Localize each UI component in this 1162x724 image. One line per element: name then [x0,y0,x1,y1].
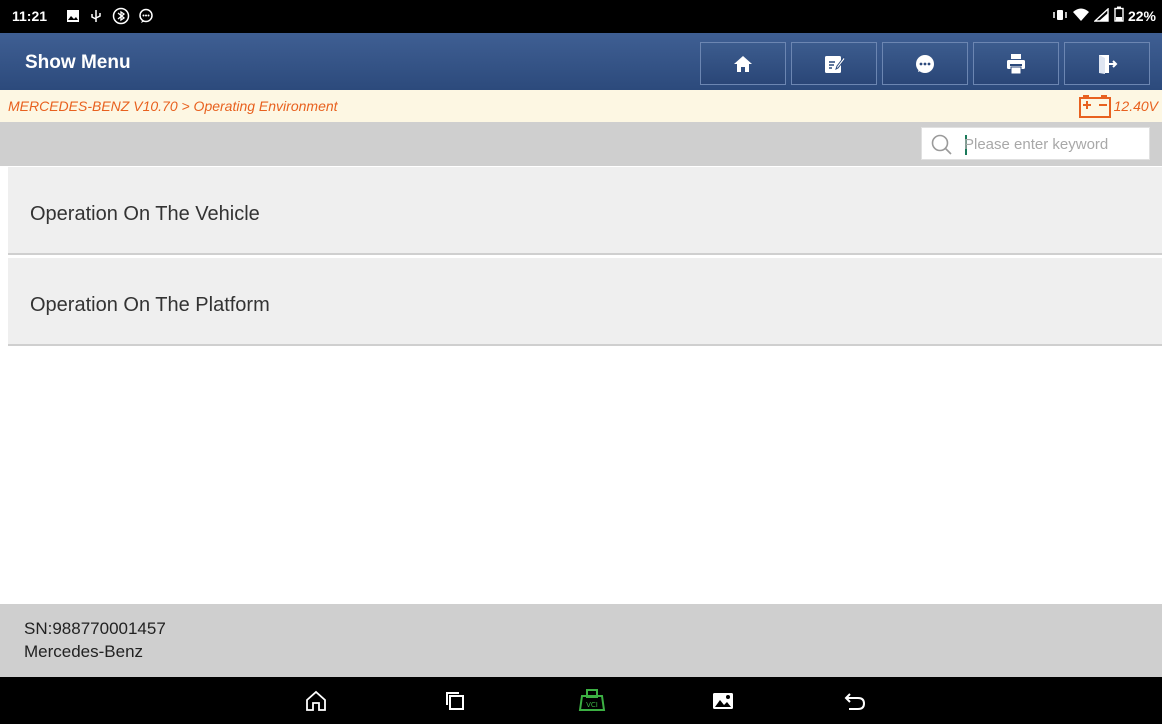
chat-icon [138,8,154,24]
menu-item-label: Operation On The Vehicle [30,203,260,225]
nav-back-button[interactable] [840,686,870,716]
wifi-icon [1072,7,1090,26]
screenshot-icon [713,693,733,709]
nav-recents-button[interactable] [440,686,470,716]
battery-icon [1114,6,1124,26]
print-button[interactable] [973,42,1059,85]
serial-number: SN:988770001457 [24,619,166,638]
image-icon [66,9,80,23]
page-title: Show Menu [25,52,131,73]
nav-screenshot-button[interactable] [708,686,738,716]
recents-icon [446,692,464,710]
search-bar [0,122,1162,166]
status-system-icons: 22% [1052,6,1156,26]
voltage-value: 12.40V [1113,98,1158,114]
edit-button[interactable] [791,42,877,85]
menu-item-operation-on-vehicle[interactable]: Operation On The Vehicle [8,167,1162,255]
vci-icon: VCI [578,689,606,711]
status-notification-icons [66,7,154,25]
vibrate-icon [1052,7,1068,26]
signal-icon [1093,6,1110,26]
breadcrumb: MERCEDES-BENZ V10.70 > Operating Environ… [0,90,1162,122]
back-icon [844,693,866,710]
bluetooth-icon [112,7,130,25]
print-icon [1007,53,1025,74]
device-info-footer: SN:988770001457 Mercedes-Benz [0,604,1162,677]
breadcrumb-path: MERCEDES-BENZ V10.70 > Operating Environ… [8,98,338,114]
search-box[interactable] [921,127,1150,160]
home-icon [734,55,752,72]
nav-home-button[interactable] [301,686,331,716]
nav-vci-button[interactable]: VCI [577,686,607,716]
usb-icon [88,8,104,24]
edit-icon [825,55,845,73]
status-time: 11:21 [12,8,48,24]
search-input[interactable] [964,132,1146,156]
exit-icon [1099,54,1118,74]
vehicle-brand: Mercedes-Benz [24,642,144,661]
screen: 11:21 22% Show Menu MERCEDES-BENZ V10.70… [0,0,1162,724]
title-bar: Show Menu [0,33,1162,90]
menu-item-label: Operation On The Platform [30,294,270,316]
battery-voltage: 12.40V [1078,93,1158,119]
exit-button[interactable] [1064,42,1150,85]
svg-text:VCI: VCI [586,701,598,709]
battery-percent: 22% [1127,8,1156,24]
menu-item-operation-on-platform[interactable]: Operation On The Platform [8,258,1162,346]
message-button[interactable] [882,42,968,85]
status-bar: 11:21 22% [0,0,1162,33]
message-icon [916,54,934,73]
car-battery-icon [1078,95,1111,118]
home-icon [306,690,326,711]
search-icon [931,134,952,155]
navigation-bar: VCI [0,677,1162,724]
home-button[interactable] [700,42,786,85]
